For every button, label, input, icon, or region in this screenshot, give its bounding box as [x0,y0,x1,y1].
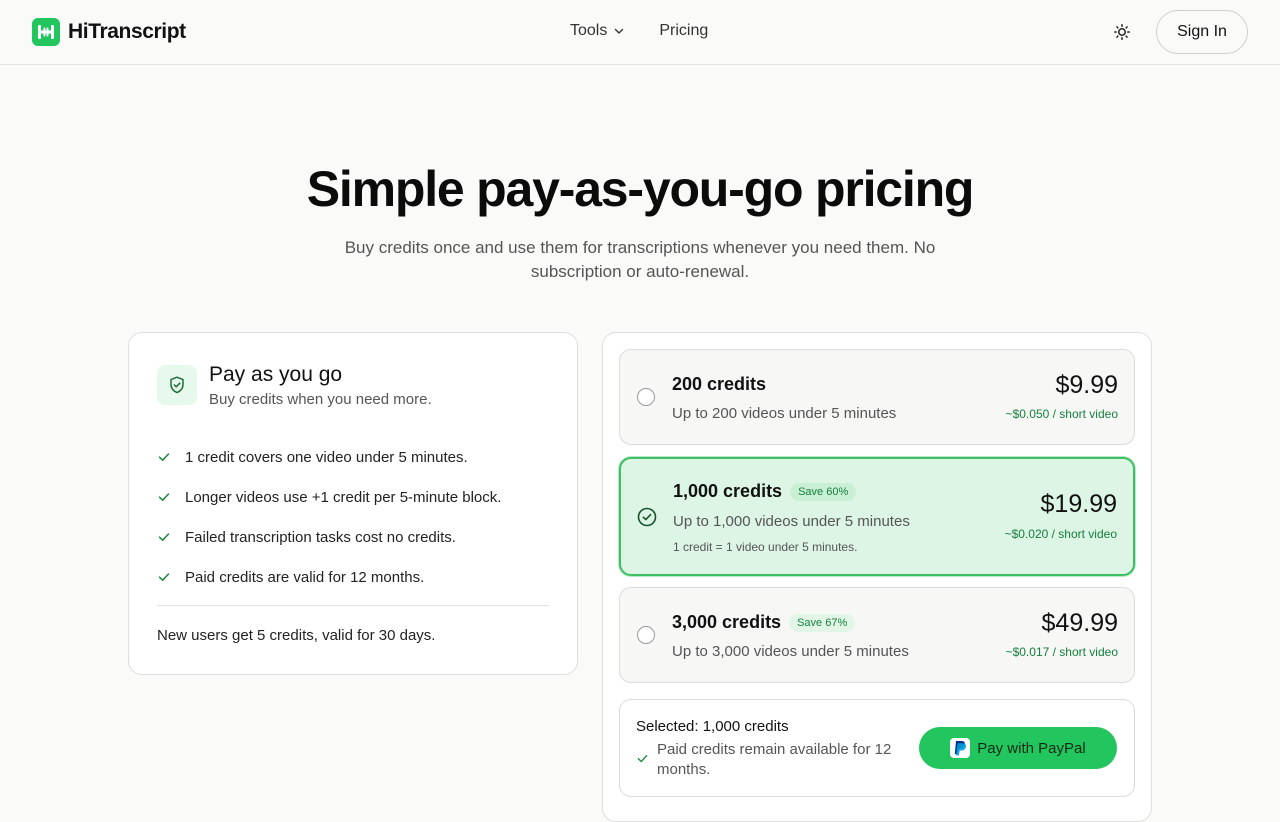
plan-option-3000-credits[interactable]: 3,000 credits Save 67% Up to 3,000 video… [619,587,1135,683]
nav-pricing-label: Pricing [659,22,709,39]
main-nav: Tools Pricing [570,22,708,40]
nav-tools[interactable]: Tools [570,22,625,40]
checkout-panel: Selected: 1,000 credits Paid credits rem… [619,699,1135,797]
check-icon [158,573,170,581]
credit-packages-card: 200 credits Up to 200 videos under 5 min… [602,332,1152,822]
card-title: Pay as you go [209,363,343,386]
save-badge: Save 60% [790,482,857,501]
plan-option-1000-credits[interactable]: 1,000 credits Save 60% Up to 1,000 video… [619,457,1135,576]
plan-unit-price: ~$0.050 / short video [1005,407,1118,421]
plan-description: Up to 200 videos under 5 minutes [672,405,897,422]
feature-item: Failed transcription tasks cost no credi… [157,517,557,557]
pay-button-label: Pay with PayPal [977,739,1086,757]
brand-logo[interactable]: HiTranscript [32,18,186,46]
check-icon [637,755,648,763]
paypal-icon [950,738,971,758]
plan-unit-price: ~$0.020 / short video [1004,527,1117,541]
plan-name-label: 3,000 credits [672,612,782,632]
plan-description: Up to 3,000 videos under 5 minutes [672,643,909,660]
plan-name-label: 200 credits [672,374,767,394]
plan-note: 1 credit = 1 video under 5 minutes. [673,540,858,554]
radio-button[interactable] [637,626,655,644]
top-navigation-bar: HiTranscript Tools Pricing Sign In [0,0,1280,65]
nav-tools-label: Tools [570,22,608,39]
feature-text: Paid credits are valid for 12 months. [185,568,425,586]
divider [157,605,549,606]
radio-checked-icon[interactable] [637,507,657,527]
plan-description: Up to 1,000 videos under 5 minutes [673,513,910,530]
new-user-credits-note: New users get 5 credits, valid for 30 da… [157,627,436,644]
plan-name: 200 credits [672,374,766,395]
page-title: Simple pay-as-you-go pricing [306,161,975,217]
feature-text: 1 credit covers one video under 5 minute… [185,448,468,466]
plan-price: $49.99 [1041,609,1118,637]
nav-pricing[interactable]: Pricing [659,22,708,40]
theme-toggle-button[interactable] [1110,20,1134,44]
brand-name: HiTranscript [68,20,186,43]
feature-item: 1 credit covers one video under 5 minute… [157,437,557,477]
plan-name: 3,000 credits Save 67% [672,612,856,633]
selected-plan-label: Selected: 1,000 credits [636,718,789,735]
pay-with-paypal-button[interactable]: Pay with PayPal [919,727,1117,769]
plan-unit-price: ~$0.017 / short video [1005,645,1118,659]
feature-item: Longer videos use +1 credit per 5-minute… [157,477,557,517]
pay-as-you-go-card: Pay as you go Buy credits when you need … [128,332,578,675]
feature-list: 1 credit covers one video under 5 minute… [157,437,557,597]
sun-icon [1114,24,1130,40]
feature-text: Failed transcription tasks cost no credi… [185,528,456,546]
plan-price: $9.99 [1055,371,1118,399]
plan-option-200-credits[interactable]: 200 credits Up to 200 videos under 5 min… [619,349,1135,445]
feature-text: Longer videos use +1 credit per 5-minute… [185,488,502,506]
sign-in-button[interactable]: Sign In [1156,10,1248,54]
radio-button[interactable] [637,388,655,406]
card-subtitle: Buy credits when you need more. [209,391,432,408]
checkout-note: Paid credits remain available for 12 mon… [636,740,896,780]
save-badge: Save 67% [789,613,856,632]
check-icon [158,533,170,541]
checkout-note-text: Paid credits remain available for 12 mon… [657,741,892,778]
plan-name-label: 1,000 credits [673,481,783,501]
check-icon [158,493,170,501]
page-subtitle: Buy credits once and use them for transc… [344,238,936,281]
feature-item: Paid credits are valid for 12 months. [157,557,557,597]
plan-price: $19.99 [1040,490,1117,518]
logo-mark-icon [32,18,60,46]
check-icon [158,453,170,461]
chevron-down-icon [615,28,624,34]
shield-check-icon [157,365,197,405]
plan-name: 1,000 credits Save 60% [673,481,857,502]
